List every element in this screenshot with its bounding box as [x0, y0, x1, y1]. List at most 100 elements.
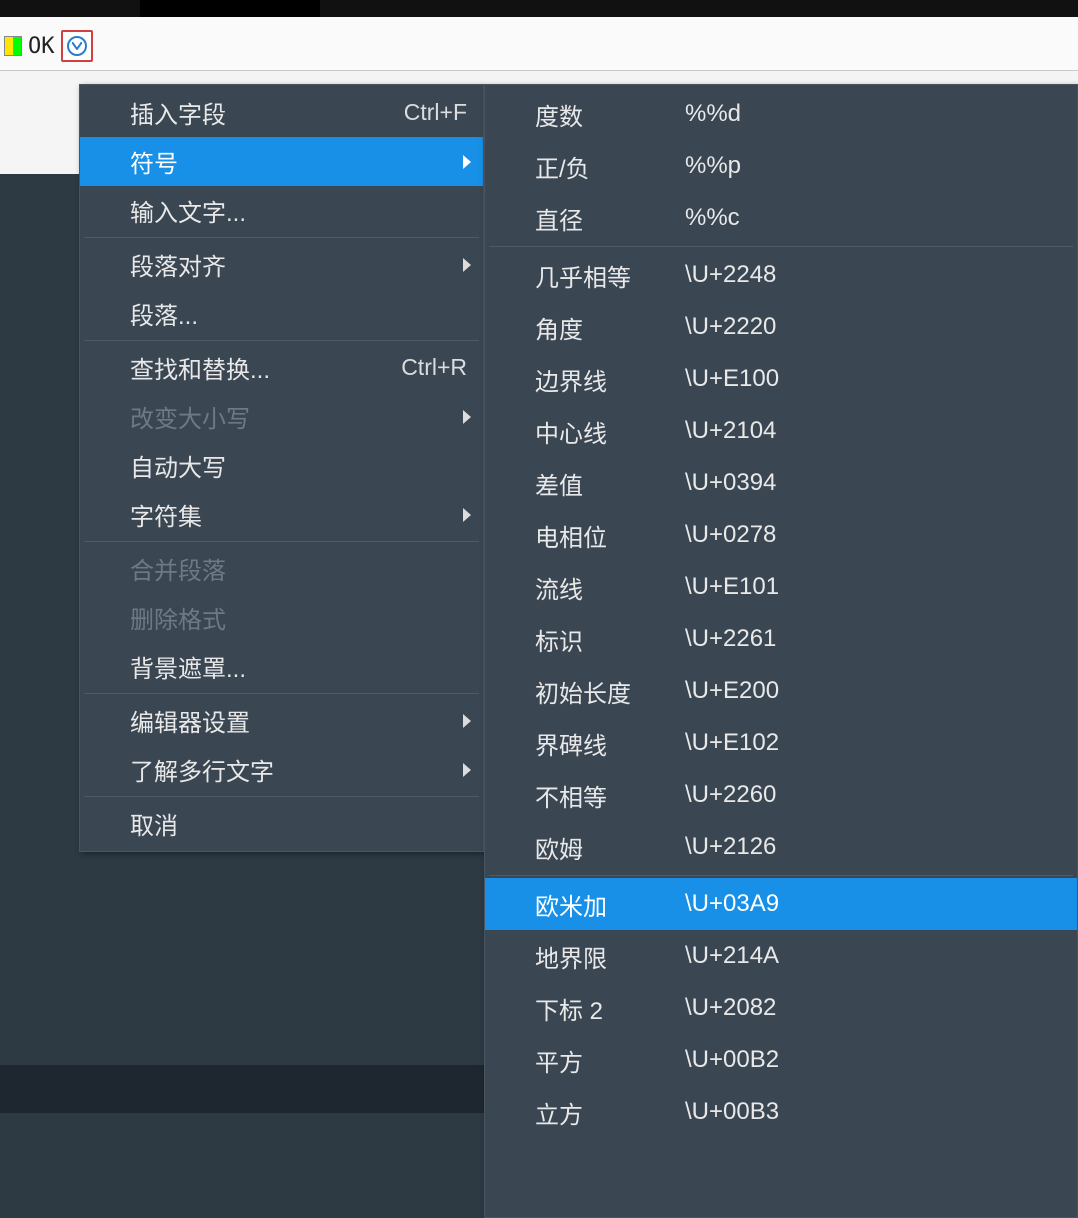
menu-item[interactable]: 输入文字... — [80, 186, 483, 235]
submenu-item-name: 下标 2 — [535, 991, 685, 1026]
submenu-item[interactable]: 中心线\U+2104 — [485, 405, 1077, 457]
submenu-item[interactable]: 平方\U+00B2 — [485, 1034, 1077, 1086]
submenu-item[interactable]: 几乎相等\U+2248 — [485, 249, 1077, 301]
submenu-item-code: \U+03A9 — [685, 890, 779, 918]
submenu-item[interactable]: 地界限\U+214A — [485, 930, 1077, 982]
ok-button[interactable]: OK — [28, 34, 55, 59]
submenu-item-code: %%d — [685, 100, 741, 128]
submenu-item[interactable]: 初始长度\U+E200 — [485, 665, 1077, 717]
menu-item: 改变大小写 — [80, 392, 483, 441]
submenu-item-code: \U+E102 — [685, 729, 779, 757]
menu-item-shortcut: Ctrl+R — [381, 354, 467, 381]
ok-group: OK — [0, 30, 93, 62]
submenu-item[interactable]: 差值\U+0394 — [485, 457, 1077, 509]
submenu-item-code: \U+2104 — [685, 417, 776, 445]
submenu-item[interactable]: 标识\U+2261 — [485, 613, 1077, 665]
submenu-item[interactable]: 立方\U+00B3 — [485, 1086, 1077, 1138]
menu-item-label: 插入字段 — [130, 95, 384, 130]
submenu-item-code: \U+E101 — [685, 573, 779, 601]
menu-item[interactable]: 编辑器设置 — [80, 696, 483, 745]
submenu-item-name: 平方 — [535, 1043, 685, 1078]
submenu-item-name: 界碑线 — [535, 726, 685, 761]
menu-item[interactable]: 字符集 — [80, 490, 483, 539]
menu-item-label: 自动大写 — [130, 448, 467, 483]
submenu-item-code: \U+E100 — [685, 365, 779, 393]
submenu-item-name: 边界线 — [535, 362, 685, 397]
submenu-item-name: 中心线 — [535, 414, 685, 449]
menu-item-label: 背景遮罩... — [130, 649, 467, 684]
submenu-item[interactable]: 欧姆\U+2126 — [485, 821, 1077, 873]
submenu-item-code: %%p — [685, 152, 741, 180]
submenu-item-code: \U+2220 — [685, 313, 776, 341]
menu-item[interactable]: 背景遮罩... — [80, 642, 483, 691]
submenu-item-name: 几乎相等 — [535, 258, 685, 293]
submenu-item-name: 电相位 — [535, 518, 685, 553]
submenu-arrow-icon — [463, 508, 471, 522]
tab-placeholder — [140, 0, 320, 17]
menu-item-label: 符号 — [130, 144, 467, 179]
color-swatch-icon[interactable] — [4, 36, 22, 56]
menu-item[interactable]: 段落对齐 — [80, 240, 483, 289]
menu-separator — [84, 693, 479, 694]
menu-separator — [84, 541, 479, 542]
menu-item-label: 查找和替换... — [130, 350, 381, 385]
submenu-item-code: \U+2082 — [685, 994, 776, 1022]
submenu-arrow-icon — [463, 155, 471, 169]
submenu-item-code: %%c — [685, 204, 740, 232]
submenu-item-code: \U+00B2 — [685, 1046, 779, 1074]
menu-separator — [489, 246, 1073, 247]
menu-item-label: 段落对齐 — [130, 247, 467, 282]
submenu-item-name: 流线 — [535, 570, 685, 605]
menu-item-label: 删除格式 — [130, 600, 467, 635]
submenu-item[interactable]: 度数%%d — [485, 88, 1077, 140]
submenu-item-code: \U+2126 — [685, 833, 776, 861]
menu-item[interactable]: 段落... — [80, 289, 483, 338]
submenu-item-name: 初始长度 — [535, 674, 685, 709]
submenu-item[interactable]: 流线\U+E101 — [485, 561, 1077, 613]
submenu-item-name: 欧米加 — [535, 887, 685, 922]
menu-separator — [84, 237, 479, 238]
menu-item-label: 编辑器设置 — [130, 703, 467, 738]
submenu-item[interactable]: 边界线\U+E100 — [485, 353, 1077, 405]
toolbar-row — [0, 17, 1078, 71]
menu-item[interactable]: 插入字段Ctrl+F — [80, 88, 483, 137]
menu-item[interactable]: 自动大写 — [80, 441, 483, 490]
submenu-item[interactable]: 直径%%c — [485, 192, 1077, 244]
submenu-item-name: 标识 — [535, 622, 685, 657]
submenu-item[interactable]: 界碑线\U+E102 — [485, 717, 1077, 769]
menu-item-label: 输入文字... — [130, 193, 467, 228]
submenu-item-code: \U+E200 — [685, 677, 779, 705]
submenu-item-name: 角度 — [535, 310, 685, 345]
submenu-item[interactable]: 正/负%%p — [485, 140, 1077, 192]
symbol-submenu[interactable]: 度数%%d正/负%%p直径%%c几乎相等\U+2248角度\U+2220边界线\… — [484, 84, 1078, 1218]
submenu-item[interactable]: 电相位\U+0278 — [485, 509, 1077, 561]
submenu-arrow-icon — [463, 410, 471, 424]
options-dropdown-button[interactable] — [61, 30, 93, 62]
menu-item-label: 改变大小写 — [130, 399, 467, 434]
menu-item-shortcut: Ctrl+F — [384, 99, 467, 126]
submenu-arrow-icon — [463, 714, 471, 728]
menu-item-label: 取消 — [130, 806, 467, 841]
submenu-item-name: 正/负 — [535, 149, 685, 184]
submenu-item-name: 不相等 — [535, 778, 685, 813]
menu-item[interactable]: 取消 — [80, 799, 483, 848]
submenu-item-code: \U+0278 — [685, 521, 776, 549]
submenu-item-code: \U+214A — [685, 942, 779, 970]
submenu-item-code: \U+0394 — [685, 469, 776, 497]
chevron-down-icon — [67, 36, 87, 56]
submenu-item-name: 差值 — [535, 466, 685, 501]
menu-item[interactable]: 符号 — [80, 137, 483, 186]
submenu-arrow-icon — [463, 258, 471, 272]
menu-item-label: 字符集 — [130, 497, 467, 532]
submenu-item[interactable]: 欧米加\U+03A9 — [485, 878, 1077, 930]
submenu-item-name: 度数 — [535, 97, 685, 132]
context-menu[interactable]: 插入字段Ctrl+F符号输入文字...段落对齐段落...查找和替换...Ctrl… — [79, 84, 484, 852]
menu-item[interactable]: 了解多行文字 — [80, 745, 483, 794]
submenu-item[interactable]: 不相等\U+2260 — [485, 769, 1077, 821]
submenu-item[interactable]: 下标 2\U+2082 — [485, 982, 1077, 1034]
submenu-item[interactable]: 角度\U+2220 — [485, 301, 1077, 353]
menu-item-label: 段落... — [130, 296, 467, 331]
menu-item: 合并段落 — [80, 544, 483, 593]
menu-item[interactable]: 查找和替换...Ctrl+R — [80, 343, 483, 392]
submenu-item-name: 欧姆 — [535, 830, 685, 865]
